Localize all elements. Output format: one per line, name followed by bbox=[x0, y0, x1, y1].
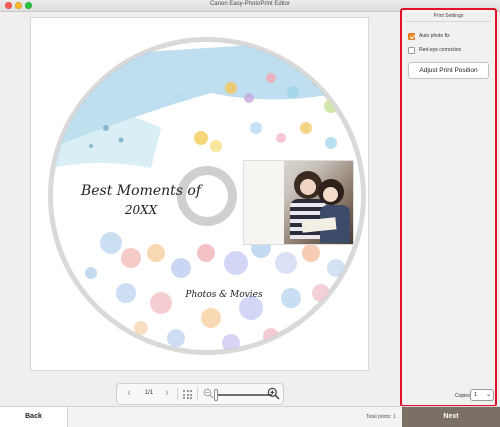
checkbox-unchecked-icon[interactable] bbox=[408, 47, 415, 54]
bottom-bar: Back Total prints: 1 Next bbox=[0, 406, 500, 427]
page-navigation-bar: ‹ 1/1 › bbox=[116, 383, 284, 405]
divider bbox=[197, 387, 198, 401]
thumbnail-grid-icon[interactable] bbox=[183, 390, 192, 399]
chevron-down-icon: ⌄ bbox=[485, 392, 491, 398]
next-page-button[interactable]: › bbox=[160, 387, 174, 401]
disc-subtitle-text[interactable]: Photos & Movies bbox=[169, 290, 279, 300]
divider bbox=[177, 387, 178, 401]
disc-year-text[interactable]: 20XX bbox=[61, 203, 221, 217]
child-face bbox=[323, 187, 338, 202]
photo-frame[interactable] bbox=[243, 160, 354, 245]
adjust-print-position-button[interactable]: Adjust Print Position bbox=[408, 62, 489, 79]
next-button[interactable]: Next bbox=[402, 407, 500, 427]
panel-heading: Print Settings bbox=[433, 13, 464, 19]
previous-page-button[interactable]: ‹ bbox=[122, 387, 136, 401]
zoom-in-icon[interactable] bbox=[267, 387, 280, 400]
copies-label: Copies bbox=[455, 393, 471, 399]
copies-select[interactable]: 1 ⌄ bbox=[470, 389, 494, 401]
divider bbox=[406, 21, 491, 22]
red-eye-correction-label: Red-eye correction bbox=[419, 47, 462, 53]
disc-title-text[interactable]: Best Moments of bbox=[61, 183, 221, 199]
window-title: Canon Easy-PhotoPrint Editor bbox=[209, 1, 291, 7]
print-canvas[interactable]: Best Moments of 20XX Photos & Movies bbox=[30, 17, 369, 371]
print-settings-panel: Print Settings Auto photo fix Red-eye co… bbox=[400, 8, 497, 407]
photo-background bbox=[244, 161, 284, 244]
zoom-slider-thumb[interactable] bbox=[214, 389, 218, 401]
back-button[interactable]: Back bbox=[0, 407, 68, 427]
auto-photo-fix-label: Auto photo fix bbox=[419, 33, 450, 39]
child-face bbox=[300, 179, 316, 195]
page-indicator: 1/1 bbox=[144, 390, 154, 396]
copies-value: 1 bbox=[474, 392, 478, 398]
editor-area: Best Moments of 20XX Photos & Movies ‹ 1… bbox=[0, 12, 398, 406]
zoom-out-icon[interactable] bbox=[203, 388, 214, 399]
zoom-slider-track[interactable] bbox=[216, 394, 272, 396]
total-prints-text: Total prints: 1 bbox=[366, 414, 396, 420]
checkbox-checked-icon[interactable] bbox=[408, 33, 415, 40]
